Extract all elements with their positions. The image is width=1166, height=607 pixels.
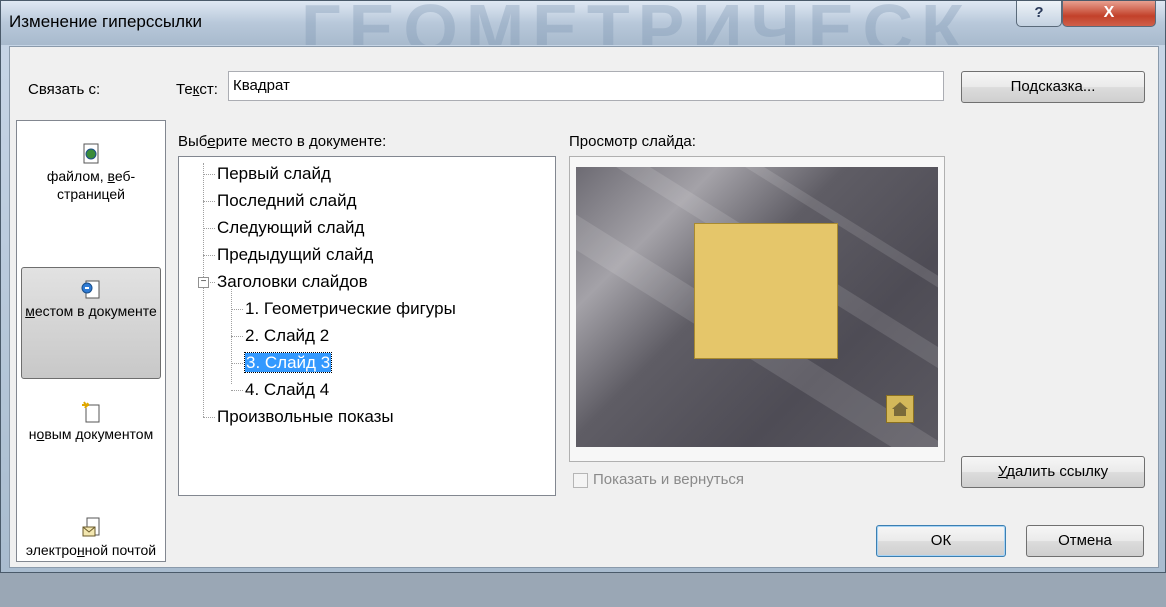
tree-item-label: 1. Геометрические фигуры bbox=[245, 299, 456, 318]
dialog-client-area: Связать с: файлом, веб-страницей местом в… bbox=[9, 46, 1159, 568]
title-watermark: ГЕОМЕТРИЧЕСК bbox=[301, 1, 972, 45]
place-in-document-icon bbox=[22, 278, 160, 300]
link-with-item-label: новым документом bbox=[28, 426, 154, 442]
link-with-item-label: электронной почтой bbox=[25, 542, 157, 558]
tree-item-label: Первый слайд bbox=[217, 164, 331, 183]
show-and-return-label: Показать и вернуться bbox=[593, 471, 745, 488]
link-with-item-3[interactable]: электронной почтой bbox=[21, 507, 161, 607]
ok-button[interactable]: ОК bbox=[876, 525, 1006, 557]
slide-preview-label: Просмотр слайда: bbox=[569, 133, 696, 150]
tree-item[interactable]: Заголовки слайдов bbox=[217, 271, 368, 293]
text-label: Текст: bbox=[176, 81, 218, 98]
tree-item-label: Следующий слайд bbox=[217, 218, 365, 237]
link-with-item-2[interactable]: новым документом bbox=[21, 391, 161, 497]
tree-item[interactable]: Следующий слайд bbox=[217, 217, 364, 239]
remove-link-button[interactable]: Удалить ссылку bbox=[961, 456, 1145, 488]
screen-tip-button[interactable]: Подсказка... bbox=[961, 71, 1145, 103]
tree-item[interactable]: 2. Слайд 2 bbox=[245, 325, 329, 347]
tree-item[interactable]: 4. Слайд 4 bbox=[245, 379, 329, 401]
tree-item[interactable]: 3. Слайд 3 bbox=[243, 352, 333, 374]
tree-connector bbox=[203, 255, 215, 256]
link-with-label: Связать с: bbox=[28, 81, 101, 98]
tree-item[interactable]: 1. Геометрические фигуры bbox=[245, 298, 456, 320]
tree-item[interactable]: Первый слайд bbox=[217, 163, 331, 185]
web-page-icon bbox=[21, 143, 161, 165]
close-button[interactable]: X bbox=[1062, 1, 1156, 27]
tree-item-label: 2. Слайд 2 bbox=[245, 326, 330, 345]
title-bar[interactable]: ГЕОМЕТРИЧЕСК Изменение гиперссылки ? X bbox=[1, 1, 1165, 45]
cancel-button[interactable]: Отмена bbox=[1026, 525, 1144, 557]
tree-connector bbox=[231, 309, 243, 310]
document-place-tree[interactable]: Первый слайд Последний слайд Следующий сла… bbox=[178, 156, 556, 496]
tree-item-label: Произвольные показы bbox=[217, 407, 394, 426]
slide-preview bbox=[576, 167, 938, 447]
tree-item[interactable]: Последний слайд bbox=[217, 190, 357, 212]
tree-connector bbox=[231, 363, 243, 364]
slide-preview-frame bbox=[569, 156, 945, 462]
tree-item-label: Предыдущий слайд bbox=[217, 245, 374, 264]
select-place-label: Выберите место в документе: bbox=[178, 133, 387, 150]
link-with-item-label: местом в документе bbox=[25, 303, 157, 319]
tree-item-label: Последний слайд bbox=[217, 191, 357, 210]
tree-item-label: 3. Слайд 3 bbox=[243, 352, 333, 373]
tree-item-label: 4. Слайд 4 bbox=[245, 380, 330, 399]
dialog-title: Изменение гиперссылки bbox=[9, 12, 202, 31]
link-with-item-label: файлом, веб-страницей bbox=[46, 168, 136, 202]
tree-connector bbox=[231, 390, 243, 391]
tree-connector bbox=[203, 228, 215, 229]
display-text-value: Квадрат bbox=[233, 77, 290, 94]
display-text-input[interactable]: Квадрат bbox=[228, 71, 944, 101]
hyperlink-dialog: ГЕОМЕТРИЧЕСК Изменение гиперссылки ? X С… bbox=[0, 0, 1166, 573]
show-and-return-checkbox[interactable] bbox=[573, 473, 588, 488]
new-document-icon bbox=[21, 401, 161, 423]
tree-item[interactable]: Предыдущий слайд bbox=[217, 244, 373, 266]
home-icon bbox=[886, 395, 914, 423]
help-button[interactable]: ? bbox=[1016, 1, 1062, 27]
square-shape bbox=[694, 223, 838, 359]
tree-connector bbox=[231, 336, 243, 337]
tree-connector bbox=[203, 174, 215, 175]
link-with-item-0[interactable]: файлом, веб-страницей bbox=[21, 133, 161, 249]
tree-connector bbox=[203, 417, 215, 418]
tree-collapse-icon[interactable]: − bbox=[198, 277, 209, 288]
tree-item-label: Заголовки слайдов bbox=[217, 272, 368, 291]
tree-connector bbox=[203, 201, 215, 202]
email-icon bbox=[21, 517, 161, 539]
tree-item[interactable]: Произвольные показы bbox=[217, 406, 394, 428]
link-with-item-1[interactable]: местом в документе bbox=[21, 267, 161, 379]
link-with-sidebar: файлом, веб-страницей местом в документе н… bbox=[16, 120, 166, 562]
